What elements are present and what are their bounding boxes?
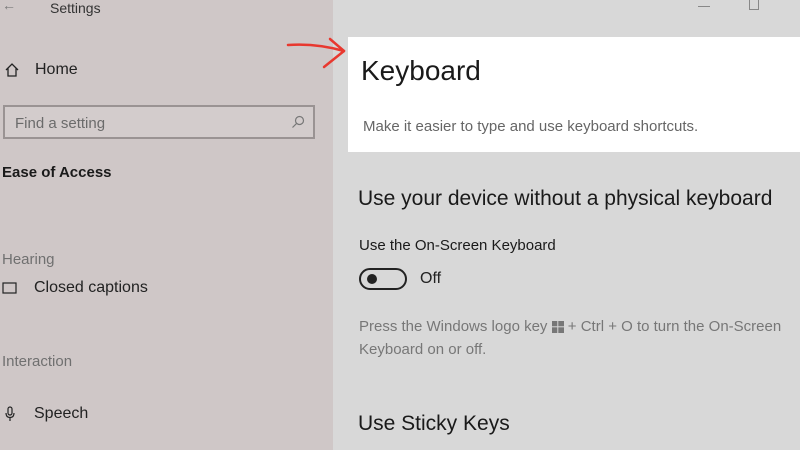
search-icon[interactable] bbox=[291, 115, 305, 129]
group-label-interaction: Interaction bbox=[2, 353, 73, 370]
sidebar-item-label: Speech bbox=[34, 405, 89, 422]
sidebar-item-label: Closed captions bbox=[34, 279, 148, 296]
minimize-icon[interactable] bbox=[698, 6, 710, 7]
back-arrow-icon[interactable]: ← bbox=[2, 0, 16, 13]
main-content: Keyboard Make it easier to type and use … bbox=[333, 0, 800, 450]
section-title: Ease of Access bbox=[2, 164, 112, 181]
page-title: Keyboard bbox=[361, 55, 481, 86]
microphone-icon bbox=[5, 406, 15, 421]
header-card: Keyboard Make it easier to type and use … bbox=[348, 37, 800, 152]
windows-logo-icon bbox=[551, 321, 564, 334]
help-text-before: Press the Windows logo key bbox=[359, 318, 548, 335]
toggle-state-label: Off bbox=[420, 270, 442, 287]
sidebar-item-label: Home bbox=[35, 61, 78, 78]
help-text: Press the Windows logo key + Ctrl + O to… bbox=[359, 315, 789, 361]
closed-captions-icon bbox=[2, 282, 17, 294]
group-label-hearing: Hearing bbox=[2, 251, 55, 268]
sidebar-item-home[interactable]: Home bbox=[4, 59, 78, 81]
app-title: Settings bbox=[50, 0, 101, 16]
page-description: Make it easier to type and use keyboard … bbox=[363, 118, 699, 135]
annotation-arrow-icon bbox=[286, 37, 346, 69]
toggle-knob bbox=[367, 274, 377, 284]
maximize-icon[interactable] bbox=[749, 0, 759, 10]
section-heading-onscreen: Use your device without a physical keybo… bbox=[358, 187, 773, 210]
sidebar-item-closed-captions[interactable]: Closed captions bbox=[2, 277, 148, 299]
sidebar: ← Settings Home Ease of Access Hearing C… bbox=[0, 0, 333, 450]
home-icon bbox=[5, 63, 19, 77]
search-input[interactable] bbox=[15, 113, 275, 133]
onscreen-keyboard-label: Use the On-Screen Keyboard bbox=[359, 237, 556, 254]
sidebar-item-speech[interactable]: Speech bbox=[2, 403, 88, 425]
search-box[interactable] bbox=[3, 105, 315, 139]
section-heading-sticky-keys: Use Sticky Keys bbox=[358, 412, 510, 435]
onscreen-keyboard-toggle[interactable] bbox=[359, 268, 407, 290]
